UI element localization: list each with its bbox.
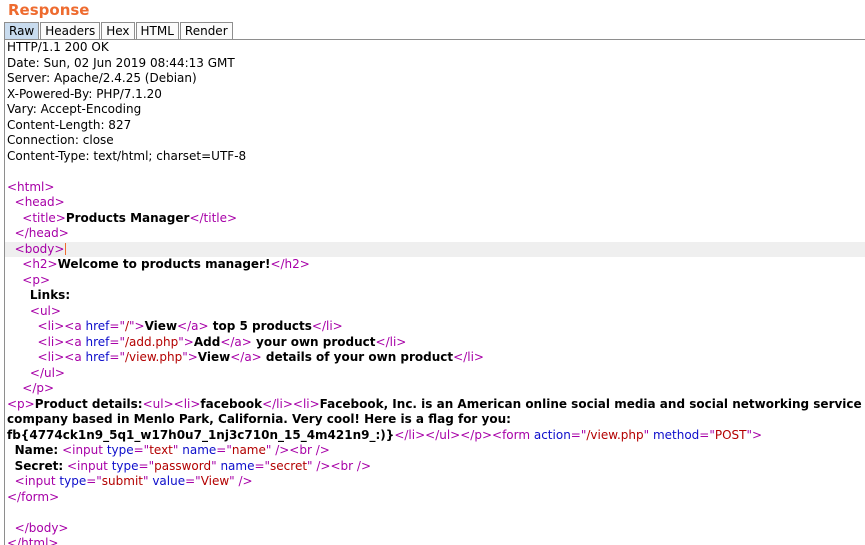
- code-line: Secret: <input type="password" name="sec…: [14, 458, 371, 473]
- details-label: Product details:: [34, 396, 143, 411]
- text-caret: [65, 243, 67, 255]
- response-section-title: Response: [8, 1, 90, 19]
- code-line: <p>Product details:<ul><li>facebook</li>…: [7, 396, 862, 411]
- link-anchor: View: [144, 319, 178, 333]
- code-line: company based in Menlo Park, California.…: [5, 412, 865, 428]
- code-line: </p>: [22, 381, 55, 395]
- link-text: your own product: [251, 334, 376, 349]
- product-description-2: company based in Menlo Park, California.…: [7, 412, 511, 426]
- code-line: Links:: [5, 288, 865, 304]
- code-line: <li><a href="/">View</a> top 5 products<…: [37, 319, 343, 333]
- tab-raw[interactable]: Raw: [4, 22, 40, 40]
- link-href: /view.php: [124, 350, 183, 364]
- product-description-1: Facebook, Inc. is an American online soc…: [319, 396, 862, 411]
- raw-response-editor[interactable]: HTTP/1.1 200 OK Date: Sun, 02 Jun 2019 0…: [4, 39, 865, 545]
- tab-html[interactable]: HTML: [135, 22, 179, 40]
- links-label: Links:: [29, 288, 71, 302]
- form-method: POST: [714, 427, 747, 442]
- header-vary: Vary: Accept-Encoding: [7, 102, 142, 116]
- code-line: </body>: [14, 520, 69, 535]
- form-action: /view.php: [586, 427, 644, 442]
- code-line-current: <body>: [5, 241, 865, 257]
- link-anchor: View: [197, 350, 231, 364]
- code-line: <head>: [14, 195, 65, 209]
- link-text: details of your own product: [261, 350, 454, 364]
- code-line: <h2>Welcome to products manager!</h2>: [22, 257, 310, 271]
- header-content-length: Content-Length: 827: [7, 117, 132, 132]
- flag-text: fb{4774ck1n9_5q1_w17h0u7_1nj3c710n_15_4m…: [7, 427, 395, 442]
- secret-label: Secret:: [14, 458, 64, 473]
- code-line: Name: <input type="text" name="name" /><…: [14, 443, 330, 457]
- header-server: Server: Apache/2.4.25 (Debian): [7, 71, 197, 85]
- code-line: </head>: [14, 226, 69, 240]
- product-name: facebook: [200, 396, 263, 411]
- tab-headers[interactable]: Headers: [40, 22, 101, 40]
- code-line: <ul>: [29, 303, 61, 318]
- tab-hex[interactable]: Hex: [101, 22, 135, 40]
- link-text: top 5 products: [208, 319, 312, 333]
- link-anchor: Add: [193, 334, 221, 349]
- header-powered-by: X-Powered-By: PHP/7.1.20: [7, 86, 162, 101]
- code-line: <li><a href="/add.php">Add</a> your own …: [37, 334, 407, 349]
- code-line: <html>: [7, 179, 55, 194]
- header-content-type: Content-Type: text/html; charset=UTF-8: [7, 148, 247, 163]
- heading-text: Welcome to products manager!: [57, 257, 271, 271]
- code-line: <p>: [22, 272, 50, 287]
- link-href: /add.php: [124, 334, 179, 349]
- code-line: <title>Products Manager</title>: [22, 210, 238, 225]
- header-date: Date: Sun, 02 Jun 2019 08:44:13 GMT: [7, 55, 235, 70]
- code-line: </form>: [7, 489, 60, 504]
- status-line: HTTP/1.1 200 OK: [7, 40, 109, 54]
- name-label: Name:: [14, 443, 59, 457]
- code-line: <input type="submit" value="View" />: [14, 474, 253, 488]
- header-connection: Connection: close: [7, 133, 114, 147]
- code-line: fb{4774ck1n9_5q1_w17h0u7_1nj3c710n_15_4m…: [7, 427, 763, 442]
- code-line: <li><a href="/view.php">View</a> details…: [37, 350, 484, 364]
- response-view-tabs: Raw Headers Hex HTML Render: [4, 22, 234, 40]
- tab-render[interactable]: Render: [179, 22, 233, 40]
- submit-value: View: [200, 474, 230, 488]
- page-title-text: Products Manager: [65, 210, 190, 225]
- code-line: </ul>: [29, 365, 65, 380]
